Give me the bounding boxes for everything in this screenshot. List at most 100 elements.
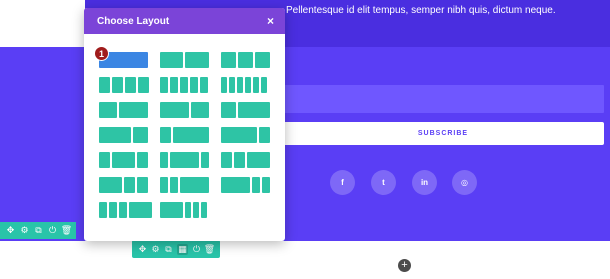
page: Pellentesque id elit tempus, semper nibh… (0, 0, 610, 279)
layout-column (247, 152, 270, 168)
layout-option-1-3-2-3[interactable] (221, 102, 270, 118)
layout-column (160, 127, 171, 143)
move-icon[interactable]: ✥ (138, 244, 147, 254)
layout-column (201, 202, 207, 218)
layout-column (234, 152, 245, 168)
layout-column (160, 177, 168, 193)
layout-column (221, 77, 227, 93)
layout-column (160, 152, 168, 168)
layout-option-2-5-3-5[interactable] (99, 102, 148, 118)
layout-column (99, 152, 110, 168)
layout-option-1-6-x6[interactable] (221, 77, 267, 93)
layout-column (190, 77, 198, 93)
move-icon[interactable]: ✥ (6, 226, 15, 235)
layout-column (133, 127, 148, 143)
section-top-text: Pellentesque id elit tempus, semper nibh… (286, 5, 556, 16)
layout-column (112, 77, 123, 93)
layout-option-1-5-3-5-1-5[interactable] (160, 152, 209, 168)
layout-column (137, 177, 148, 193)
power-icon[interactable]: ⏻ (48, 226, 57, 235)
layout-option-3-4-1-4[interactable] (221, 127, 270, 143)
choose-layout-modal: Choose Layout × (84, 8, 285, 241)
layout-column (124, 177, 135, 193)
layout-column (221, 152, 232, 168)
layout-column (262, 177, 270, 193)
layout-column (221, 127, 257, 143)
layout-option-1-4-1-2-1-4[interactable] (99, 152, 148, 168)
layout-column (229, 77, 235, 93)
layout-column (170, 77, 178, 93)
columns-icon[interactable]: ▦ (177, 243, 188, 255)
layout-column (170, 177, 178, 193)
module-toolbar: ✥ ⚙ ⧉ ▦ ⏻ 🗑 (132, 240, 220, 258)
settings-icon[interactable]: ⚙ (151, 244, 160, 254)
trash-icon[interactable]: 🗑 (61, 226, 72, 235)
layout-column (160, 77, 168, 93)
duplicate-icon[interactable]: ⧉ (164, 244, 173, 254)
duplicate-icon[interactable]: ⧉ (34, 226, 43, 235)
layout-column (99, 102, 117, 118)
layout-option-1-3-x3[interactable] (221, 52, 270, 68)
add-section-button[interactable]: + (398, 259, 411, 272)
facebook-icon[interactable]: f (330, 170, 355, 195)
layout-column (201, 152, 209, 168)
layout-option-1-4-x4[interactable] (99, 77, 149, 93)
layout-option-1-4-1-4-1-2[interactable] (221, 152, 270, 168)
layout-column (180, 77, 188, 93)
layout-column (255, 52, 270, 68)
layout-column (160, 52, 183, 68)
layout-column (237, 77, 243, 93)
layout-column (253, 77, 259, 93)
row-toolbar: ✥ ⚙ ⧉ ⏻ 🗑 (0, 222, 76, 239)
layout-option-1-6-1-6-1-6-1-2[interactable] (99, 202, 152, 218)
layout-column (119, 102, 148, 118)
modal-header: Choose Layout × (84, 8, 285, 34)
layout-column (99, 127, 131, 143)
layout-column (221, 102, 236, 118)
layout-column (99, 202, 107, 218)
layout-option-3-5-1-5-1-5[interactable] (221, 177, 270, 193)
layout-column (112, 152, 135, 168)
close-icon[interactable]: × (267, 14, 274, 28)
layout-option-1-4-3-4[interactable] (160, 127, 209, 143)
layout-column (170, 152, 199, 168)
layout-column (185, 52, 209, 68)
linkedin-icon[interactable]: in (412, 170, 437, 195)
layout-option-3-5-2-5[interactable] (160, 102, 209, 118)
layout-column (238, 52, 253, 68)
layout-column (173, 127, 209, 143)
layout-option-1-2-1-4-1-4[interactable] (99, 177, 148, 193)
step-badge: 1 (94, 46, 109, 61)
layout-column (160, 202, 183, 218)
layout-column (221, 52, 236, 68)
layout-column (138, 77, 149, 93)
layout-column (238, 102, 270, 118)
layout-column (221, 177, 250, 193)
power-icon[interactable]: ⏻ (192, 244, 201, 254)
layout-option-1-2-1-6-1-6-1-6[interactable] (160, 202, 207, 218)
layout-column (245, 77, 251, 93)
settings-icon[interactable]: ⚙ (20, 226, 29, 235)
layout-column (119, 202, 127, 218)
layout-column (252, 177, 260, 193)
email-field[interactable] (282, 85, 604, 113)
layout-column (109, 202, 117, 218)
layout-column (129, 202, 152, 218)
layout-column (200, 77, 208, 93)
layout-option-1-2-1-2[interactable] (160, 52, 209, 68)
layout-column (191, 102, 209, 118)
layout-column (99, 177, 122, 193)
layout-option-1-5-x5[interactable] (160, 77, 208, 93)
layout-option-2-3-1-3[interactable] (99, 127, 148, 143)
modal-title: Choose Layout (97, 15, 170, 27)
layout-column (261, 77, 267, 93)
trash-icon[interactable]: 🗑 (204, 244, 215, 254)
twitter-icon[interactable]: t (371, 170, 396, 195)
layout-column (125, 77, 136, 93)
layout-column (99, 77, 110, 93)
layout-column (180, 177, 209, 193)
instagram-icon[interactable]: ◎ (452, 170, 477, 195)
subscribe-button[interactable]: SUBSCRIBE (282, 122, 604, 145)
layout-option-1-5-1-5-3-5[interactable] (160, 177, 209, 193)
layout-column (259, 127, 270, 143)
